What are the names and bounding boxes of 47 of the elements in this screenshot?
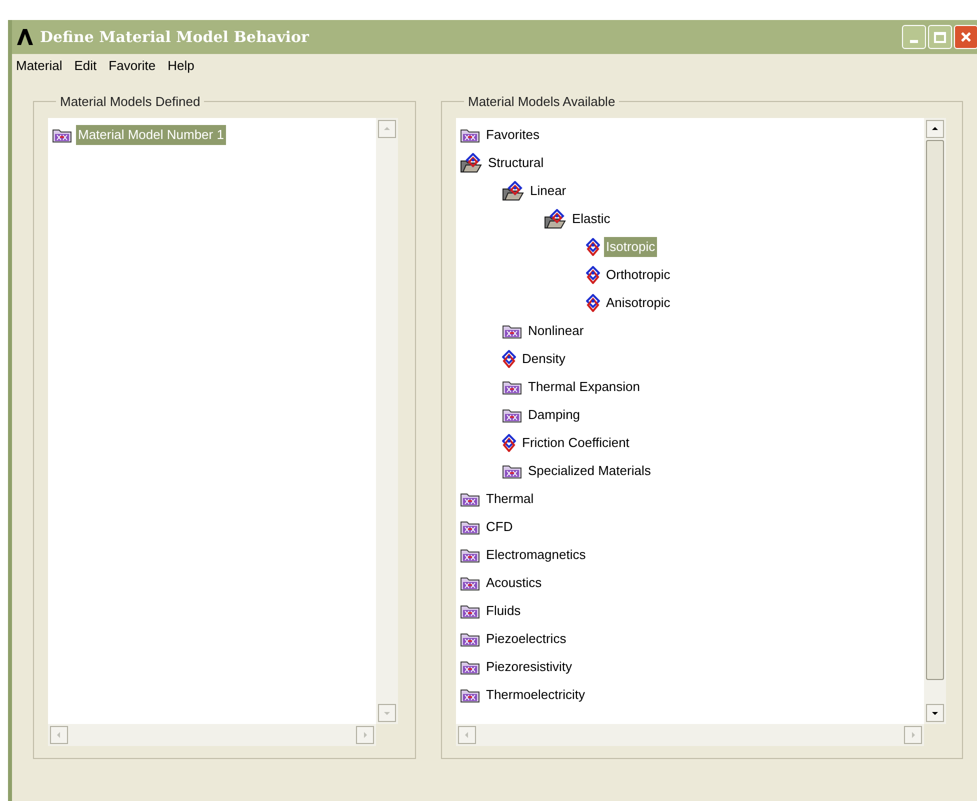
diamond-icon: [586, 266, 600, 284]
diamond-icon: [502, 350, 516, 368]
window-title: Define Material Model Behavior: [40, 26, 309, 48]
tree-item[interactable]: Thermoelectricity: [484, 684, 587, 704]
close-icon: [960, 31, 972, 43]
tree-item[interactable]: Acoustics: [484, 572, 544, 592]
menu-item[interactable]: Favorite: [108, 56, 156, 76]
logo-icon: [16, 28, 34, 46]
tree-item[interactable]: Structural: [486, 152, 546, 172]
left-arrow-button[interactable]: [50, 726, 68, 744]
tree-item[interactable]: Thermal: [484, 488, 536, 508]
maximize-button[interactable]: [928, 25, 952, 49]
tree-item[interactable]: Damping: [526, 404, 582, 424]
diamond-icon: [586, 294, 600, 312]
tree-item[interactable]: Elastic: [570, 208, 612, 228]
menu-item[interactable]: Edit: [74, 56, 97, 76]
horizontal-scrollbar[interactable]: [456, 724, 924, 746]
down-arrow-button[interactable]: [926, 704, 944, 722]
scroll-thumb[interactable]: [926, 140, 944, 680]
tree-item[interactable]: Friction Coefficient: [520, 432, 632, 452]
folder-icon: [52, 126, 72, 142]
group-title: Material Models Defined: [59, 93, 202, 111]
tree-item[interactable]: Piezoresistivity: [484, 656, 574, 676]
tree-item[interactable]: Piezoelectrics: [484, 628, 568, 648]
up-arrow-button[interactable]: [926, 120, 944, 138]
tree-item[interactable]: Specialized Materials: [526, 460, 653, 480]
close-button[interactable]: [954, 25, 977, 49]
tree-item[interactable]: Fluids: [484, 600, 523, 620]
menu-item[interactable]: Material: [16, 56, 62, 76]
tree-item[interactable]: Orthotropic: [604, 264, 672, 284]
tree-item[interactable]: Favorites: [484, 124, 542, 144]
tree-item[interactable]: CFD: [484, 516, 515, 536]
tree-item[interactable]: Density: [520, 348, 568, 368]
tree-item[interactable]: Linear: [528, 180, 568, 200]
tree-item[interactable]: Anisotropic: [604, 292, 672, 312]
menu-item[interactable]: Help: [168, 56, 194, 76]
tree-item[interactable]: Electromagnetics: [484, 544, 588, 564]
horizontal-scrollbar[interactable]: [48, 724, 376, 746]
left-arrow-button[interactable]: [458, 726, 476, 744]
vertical-scrollbar[interactable]: [924, 118, 946, 724]
diamond-icon: [502, 434, 516, 452]
right-arrow-button[interactable]: [356, 726, 374, 744]
minimize-button[interactable]: [902, 25, 926, 49]
tree-item[interactable]: Nonlinear: [526, 320, 586, 340]
diamond-icon: [586, 238, 600, 256]
tree-item[interactable]: Thermal Expansion: [526, 376, 642, 396]
group-title: Material Models Available: [467, 93, 616, 111]
